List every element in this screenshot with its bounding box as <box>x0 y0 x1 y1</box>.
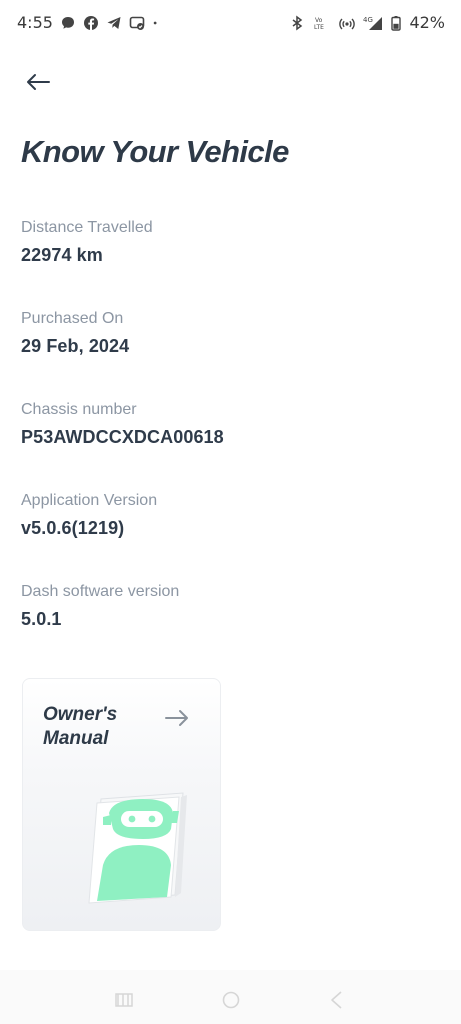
battery-icon <box>391 15 402 31</box>
arrow-right-icon <box>165 710 188 726</box>
page-title: Know Your Vehicle <box>21 134 289 169</box>
signal-4g-icon: 4G <box>363 16 383 30</box>
field-label: Distance Travelled <box>21 219 153 236</box>
back-arrow-icon[interactable] <box>24 68 52 96</box>
volte-icon: VoLTE <box>314 17 324 31</box>
facebook-icon <box>83 15 98 30</box>
field-dash-software-version: Dash software version 5.0.1 <box>21 583 179 630</box>
field-chassis-number: Chassis number P53AWDCCXDCA00618 <box>21 401 224 448</box>
field-label: Purchased On <box>21 310 124 327</box>
field-distance-travelled: Distance Travelled 22974 km <box>21 219 153 266</box>
hotspot-icon <box>339 18 356 29</box>
field-purchased-on: Purchased On 29 Feb, 2024 <box>21 310 129 357</box>
field-label: Chassis number <box>21 401 137 418</box>
telegram-icon <box>107 16 121 29</box>
messenger-icon <box>129 16 145 30</box>
status-bar: 4:55 Vo LTE 4G 42% <box>0 0 461 44</box>
status-time: 4:55 <box>17 13 53 32</box>
svg-text:Vo: Vo <box>315 17 323 24</box>
battery-percentage: 42% <box>409 13 445 32</box>
field-label: Application Version <box>21 492 158 509</box>
svg-text:LTE: LTE <box>314 24 324 31</box>
field-value: P53AWDCCXDCA00618 <box>21 427 224 447</box>
svg-text:4G: 4G <box>363 16 373 24</box>
recents-icon[interactable] <box>112 988 136 1012</box>
status-left: 4:55 <box>17 13 162 32</box>
owners-manual-title: Owner's Manual <box>43 703 153 751</box>
owners-manual-card[interactable]: Owner's Manual <box>22 678 221 931</box>
bluetooth-icon <box>292 15 303 30</box>
field-value: 22974 km <box>21 245 103 265</box>
owners-manual-title-line2: Manual <box>43 728 109 749</box>
field-value: 29 Feb, 2024 <box>21 336 130 356</box>
chat-bubble-icon <box>61 16 74 29</box>
owners-manual-title-line1: Owner's <box>43 704 118 725</box>
field-value: v5.0.6(1219) <box>21 518 125 538</box>
field-value: 5.0.1 <box>21 609 62 629</box>
home-icon[interactable] <box>219 988 243 1012</box>
system-nav-bar <box>0 970 461 1024</box>
manual-book-illustration <box>88 792 187 904</box>
field-label: Dash software version <box>21 583 180 600</box>
field-application-version: Application Version v5.0.6(1219) <box>21 492 157 539</box>
back-nav-icon[interactable] <box>325 988 349 1012</box>
status-right: Vo LTE 4G 42% <box>289 13 445 32</box>
dot-icon <box>153 21 157 24</box>
